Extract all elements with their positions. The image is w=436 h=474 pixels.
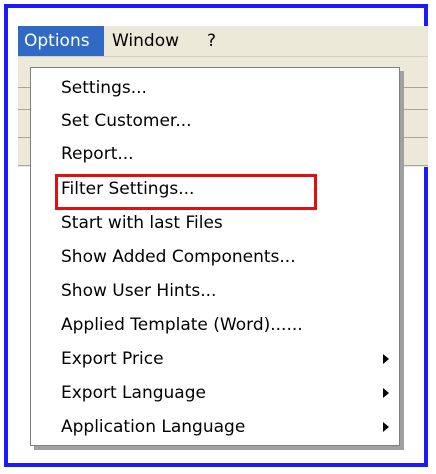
menu-item-label: Report...	[61, 144, 134, 164]
menu-item-set-customer[interactable]: Set Customer...	[31, 105, 399, 137]
menu-options-label: Options	[24, 31, 90, 51]
menu-item-label: Filter Settings...	[61, 179, 195, 199]
menu-item-label: Applied Template (Word)......	[61, 315, 303, 335]
submenu-arrow-icon	[383, 422, 389, 432]
menu-item-show-added-components[interactable]: Show Added Components...	[31, 241, 399, 273]
menu-item-settings[interactable]: Settings...	[31, 72, 399, 104]
menu-item-label: Set Customer...	[61, 111, 192, 131]
submenu-arrow-icon	[383, 388, 389, 398]
menu-item-filter-settings[interactable]: Filter Settings...	[31, 173, 399, 205]
menu-item-label: Application Language	[61, 417, 246, 437]
menu-item-label: Show User Hints...	[61, 281, 217, 301]
menu-item-label: Start with last Files	[61, 213, 223, 233]
menu-options[interactable]: Options	[18, 26, 104, 56]
menu-bar: Options Window ?	[18, 26, 428, 57]
menu-item-application-language[interactable]: Application Language	[31, 411, 399, 443]
menu-help[interactable]: ?	[207, 26, 216, 56]
menu-item-report[interactable]: Report...	[31, 138, 399, 170]
menu-item-label: Export Price	[61, 349, 164, 369]
menu-window-label: Window	[112, 31, 180, 51]
menu-item-label: Show Added Components...	[61, 247, 296, 267]
options-dropdown-menu: Settings... Set Customer... Report... Fi…	[30, 67, 400, 446]
menu-item-label: Export Language	[61, 383, 206, 403]
menu-item-label: Settings...	[61, 78, 147, 98]
submenu-arrow-icon	[383, 354, 389, 364]
menu-window[interactable]: Window	[112, 26, 179, 56]
menu-item-applied-template[interactable]: Applied Template (Word)......	[31, 309, 399, 341]
menu-help-label: ?	[207, 31, 217, 51]
menu-item-start-with-last-files[interactable]: Start with last Files	[31, 207, 399, 239]
menu-item-show-user-hints[interactable]: Show User Hints...	[31, 275, 399, 307]
menu-item-export-language[interactable]: Export Language	[31, 377, 399, 409]
menu-item-export-price[interactable]: Export Price	[31, 343, 399, 375]
